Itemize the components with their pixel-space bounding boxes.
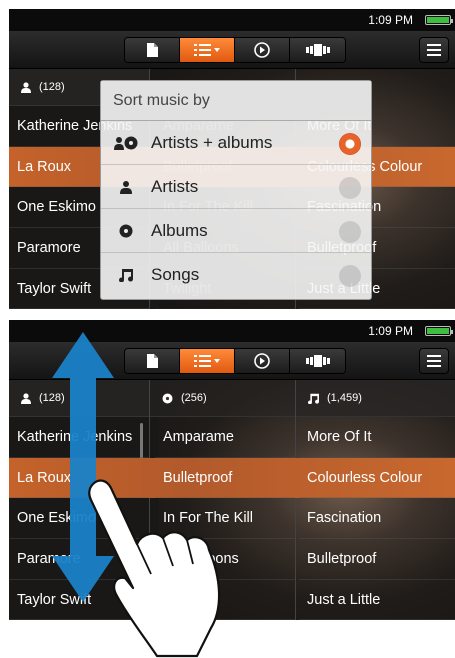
sort-option-artists[interactable]: Artists: [101, 165, 371, 209]
albums-column-header[interactable]: (256): [150, 380, 295, 417]
sort-option-label: Artists: [151, 176, 199, 196]
list-item[interactable]: Bulletproof: [299, 539, 455, 580]
sort-option-label: Artists + albums: [151, 132, 273, 152]
list-item[interactable]: More Of It: [299, 417, 455, 458]
tab-now-playing[interactable]: [235, 349, 290, 373]
sort-option-songs[interactable]: Songs: [101, 253, 371, 297]
radio-selected[interactable]: [339, 133, 361, 155]
battery-icon: [425, 15, 453, 25]
songs-column-header[interactable]: (1,459): [296, 380, 455, 417]
clock: 1:09 PM: [368, 13, 413, 27]
menu-button[interactable]: [419, 37, 449, 63]
tab-files[interactable]: [125, 38, 180, 62]
radio-unselected[interactable]: [339, 177, 361, 199]
disc-icon: [119, 224, 133, 237]
cover-flow-icon: [305, 44, 330, 56]
play-icon: [254, 42, 270, 58]
sort-popup-title: Sort music by: [101, 81, 371, 121]
artists-count: (128): [39, 81, 65, 93]
music-note-icon: [119, 269, 133, 282]
list-item[interactable]: Just a Little: [299, 580, 455, 620]
radio-unselected[interactable]: [339, 265, 361, 287]
status-bar: 1:09 PM: [9, 9, 455, 31]
person-icon: [120, 180, 132, 194]
artist-album-icon: [114, 136, 138, 150]
toolbar: [9, 31, 455, 69]
sort-popup: Sort music by Artists + albums Artists A…: [100, 80, 372, 300]
cover-flow-icon: [305, 355, 330, 367]
view-tabs: [124, 348, 346, 374]
hand-gesture-icon: [88, 479, 221, 658]
menu-icon: [427, 355, 441, 367]
sort-option-label: Songs: [151, 265, 200, 284]
tab-now-playing[interactable]: [235, 38, 290, 62]
list-view-icon: [194, 355, 220, 367]
list-item[interactable]: Fascination: [299, 498, 455, 540]
tab-files[interactable]: [125, 349, 180, 373]
sort-option-label: Albums: [151, 220, 208, 240]
disc-icon: [162, 393, 173, 403]
person-icon: [21, 81, 31, 93]
radio-unselected[interactable]: [339, 221, 361, 243]
clock: 1:09 PM: [368, 324, 413, 338]
list-item[interactable]: Amparame: [155, 417, 295, 458]
sort-option-albums[interactable]: Albums: [101, 209, 371, 253]
list-item[interactable]: Colourless Colour: [299, 458, 455, 499]
tab-list-view[interactable]: [180, 349, 235, 373]
list-view-icon: [194, 44, 220, 56]
sort-option-artists-albums[interactable]: Artists + albums: [101, 121, 371, 165]
player-screen-sort: 1:09 PM (128) Katherine Jenkins La Roux …: [9, 9, 455, 309]
tab-cover-flow[interactable]: [290, 349, 345, 373]
file-icon: [147, 354, 158, 368]
tab-cover-flow[interactable]: [290, 38, 345, 62]
songs-count: (1,459): [327, 392, 362, 404]
albums-count: (256): [181, 392, 207, 404]
battery-icon: [425, 326, 453, 336]
file-icon: [147, 43, 158, 57]
person-icon: [21, 392, 31, 404]
column-divider: [295, 380, 296, 620]
songs-column: More Of It Colourless Colour Fascination…: [299, 417, 455, 620]
music-note-icon: [308, 393, 319, 404]
play-icon: [254, 353, 270, 369]
menu-button[interactable]: [419, 348, 449, 374]
tab-list-view[interactable]: [180, 38, 235, 62]
menu-icon: [427, 44, 441, 56]
view-tabs: [124, 37, 346, 63]
